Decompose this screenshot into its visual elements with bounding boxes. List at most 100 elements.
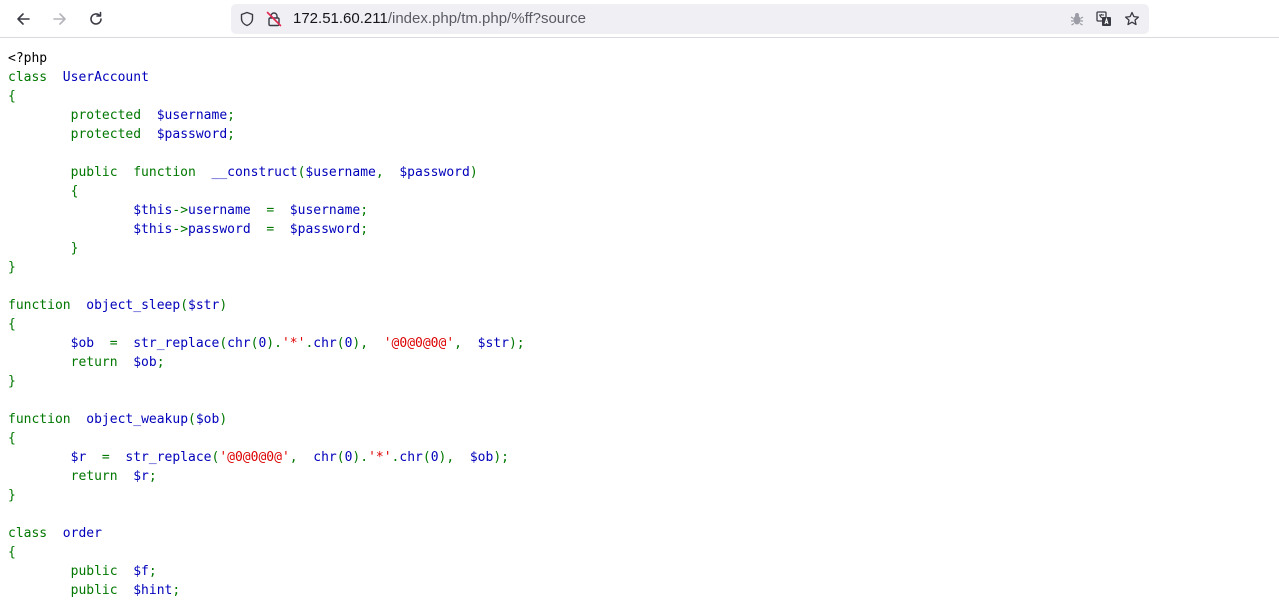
code-token: str_replace bbox=[125, 450, 212, 465]
code-token: $hint bbox=[133, 583, 173, 598]
code-line: { bbox=[8, 543, 525, 562]
code-token: $r bbox=[8, 450, 102, 465]
code-token: str_replace bbox=[133, 336, 220, 351]
code-token: ); bbox=[493, 450, 509, 465]
code-token: } bbox=[8, 374, 16, 389]
code-line: ​ bbox=[8, 277, 525, 296]
url-host: 172.51.60.211 bbox=[293, 10, 388, 27]
code-token: ). bbox=[352, 450, 369, 465]
code-token: $str bbox=[188, 298, 220, 313]
code-token: ; bbox=[172, 583, 181, 598]
code-token: $username bbox=[156, 108, 228, 123]
translate-icon[interactable] bbox=[1096, 11, 1112, 27]
code-token: ). bbox=[266, 336, 282, 351]
code-token: '@0@0@0@' bbox=[219, 450, 290, 465]
code-line: public function __construct($username, $… bbox=[8, 163, 525, 182]
code-token: $ob bbox=[469, 450, 494, 465]
code-token: ( bbox=[188, 412, 196, 427]
reload-icon bbox=[90, 11, 102, 25]
code-token: chr bbox=[313, 336, 337, 351]
url-path: /index.php/tm.php/%ff?source bbox=[387, 10, 586, 27]
code-token: ) bbox=[219, 298, 228, 313]
code-token: $r bbox=[133, 469, 149, 484]
code-line: { bbox=[8, 87, 525, 106]
code-token: <?php bbox=[8, 51, 48, 66]
code-token: $ob bbox=[195, 412, 220, 427]
code-line: } bbox=[8, 258, 525, 277]
code-token: ; bbox=[148, 469, 157, 484]
code-token: class bbox=[8, 526, 63, 541]
code-token: $ob bbox=[8, 336, 110, 351]
code-token: protected bbox=[8, 127, 157, 142]
code-token: ; bbox=[227, 127, 235, 142]
code-token: } bbox=[8, 488, 16, 503]
code-token: chr bbox=[399, 450, 423, 465]
code-token: , bbox=[454, 336, 478, 351]
browser-toolbar: 172.51.60.211/index.php/tm.php/%ff?sourc… bbox=[0, 0, 1279, 38]
tracking-protection-shield-icon[interactable] bbox=[239, 11, 255, 27]
code-token: password bbox=[188, 222, 267, 237]
code-line: public $f; bbox=[8, 562, 525, 581]
code-line: } bbox=[8, 372, 525, 391]
code-token: object_weakup bbox=[86, 412, 189, 427]
code-token: ( bbox=[219, 336, 228, 351]
code-line: $this->password = $password; bbox=[8, 220, 525, 239]
code-token: } bbox=[8, 260, 16, 275]
code-line: { bbox=[8, 315, 525, 334]
code-token: ), bbox=[438, 450, 470, 465]
code-line: ​ bbox=[8, 144, 525, 163]
code-token: ) bbox=[469, 165, 478, 180]
code-token: protected bbox=[8, 108, 157, 123]
code-line: } bbox=[8, 239, 525, 258]
code-token: order bbox=[62, 526, 102, 541]
code-line: <?php bbox=[8, 49, 525, 68]
code-line: } bbox=[8, 486, 525, 505]
code-token: UserAccount bbox=[62, 70, 149, 85]
code-line: class UserAccount bbox=[8, 68, 525, 87]
forward-button[interactable] bbox=[48, 7, 72, 31]
code-line: protected $password; bbox=[8, 125, 525, 144]
code-token: ( bbox=[180, 298, 189, 313]
code-token: = bbox=[109, 336, 134, 351]
code-token: { bbox=[8, 89, 16, 104]
address-bar[interactable]: 172.51.60.211/index.php/tm.php/%ff?sourc… bbox=[231, 4, 1149, 34]
code-line: function object_weakup($ob) bbox=[8, 410, 525, 429]
code-token: public bbox=[8, 564, 134, 579]
code-token: , bbox=[375, 165, 400, 180]
code-line: return $r; bbox=[8, 467, 525, 486]
code-token: ); bbox=[508, 336, 525, 351]
code-line: { bbox=[8, 182, 525, 201]
star-bookmark-icon[interactable] bbox=[1124, 11, 1140, 27]
arrow-right-icon bbox=[53, 13, 66, 25]
code-token: -> bbox=[172, 222, 189, 237]
code-token: ; bbox=[227, 108, 235, 123]
code-token: ; bbox=[148, 564, 157, 579]
code-token: ; bbox=[156, 355, 165, 370]
code-token: { bbox=[8, 431, 16, 446]
code-token: 0 bbox=[430, 450, 439, 465]
code-token: -> bbox=[172, 203, 189, 218]
code-line: ​ bbox=[8, 391, 525, 410]
url-text[interactable]: 172.51.60.211/index.php/tm.php/%ff?sourc… bbox=[293, 10, 586, 28]
code-token: '*' bbox=[281, 336, 306, 351]
reload-button[interactable] bbox=[84, 7, 108, 31]
code-token: __construct bbox=[211, 165, 298, 180]
code-token: } bbox=[8, 241, 79, 256]
code-token: ( bbox=[336, 450, 345, 465]
code-line: protected $username; bbox=[8, 106, 525, 125]
code-token: username bbox=[188, 203, 267, 218]
code-token: = bbox=[266, 222, 290, 237]
code-line: ​ bbox=[8, 505, 525, 524]
bug-extension-icon[interactable] bbox=[1069, 11, 1085, 27]
code-line: class order bbox=[8, 524, 525, 543]
code-line: $ob = str_replace(chr(0).'*'.chr(0), '@0… bbox=[8, 334, 525, 353]
code-token: $ob bbox=[133, 355, 157, 370]
code-token: function bbox=[8, 298, 87, 313]
code-token: $str bbox=[477, 336, 509, 351]
code-token: , bbox=[289, 450, 314, 465]
back-button[interactable] bbox=[11, 7, 35, 31]
insecure-connection-lock-icon[interactable] bbox=[266, 11, 282, 27]
code-token: $password bbox=[156, 127, 228, 142]
code-token: ( bbox=[422, 450, 431, 465]
code-line: return $ob; bbox=[8, 353, 525, 372]
